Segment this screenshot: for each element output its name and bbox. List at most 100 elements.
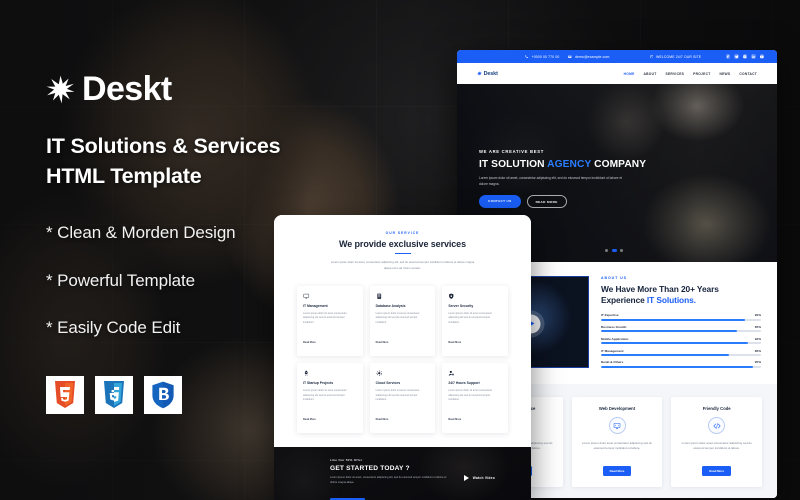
about-title: We Have More Than 20+ Years Experience I… — [601, 284, 761, 305]
skill-row: Deskt & Others 95% — [601, 360, 761, 368]
feature-readmore-button[interactable]: Read More — [702, 465, 732, 476]
skill-fill — [601, 353, 729, 356]
facebook-icon[interactable] — [726, 54, 731, 59]
feature-text: Lorem ipsum dolor amet consectetur adipi… — [581, 441, 653, 451]
top-info-bar: +0000 00 770 00 demo@example.com WELCOME… — [457, 50, 777, 63]
headset-support-icon — [449, 370, 455, 376]
offer-section: Like Our 50% Offer GET STARTED TODAY ? L… — [274, 447, 531, 500]
skill-track — [601, 318, 761, 321]
nav-item-project[interactable]: PROJECT — [693, 72, 710, 76]
brand-name: Deskt — [82, 70, 172, 108]
feature-card[interactable]: Web Development Lorem ipsum dolor amet c… — [571, 397, 663, 487]
nav-item-about[interactable]: ABOUT — [644, 72, 657, 76]
carousel-dot-3[interactable] — [620, 249, 623, 252]
carousel-dot-2[interactable] — [611, 249, 617, 252]
service-name: 24/7 Hours Support — [448, 381, 480, 386]
twitter-icon[interactable] — [734, 54, 739, 59]
play-icon — [463, 475, 469, 482]
service-name: Database Analysis — [375, 304, 406, 309]
title-underline — [394, 253, 411, 255]
skill-row: Business Growth 85% — [601, 324, 761, 333]
starburst-icon — [477, 71, 482, 76]
topbar-welcome: WELCOME 24/7 OUR SITE — [649, 55, 702, 59]
topbar-contact-group: +0000 00 770 00 demo@example.com — [525, 55, 610, 59]
service-card[interactable]: 24/7 Hours Support Lorem ipsum dolor sit… — [442, 362, 508, 434]
brand-logo: Deskt — [46, 72, 376, 106]
service-desc: Lorem ipsum dolor sit amet consectetur a… — [375, 388, 420, 402]
skill-fill — [601, 318, 745, 321]
hero-title: IT SOLUTION AGENCY COMPANY — [479, 159, 669, 170]
service-name: Cloud Services — [375, 381, 401, 386]
service-card[interactable]: Cloud Services Lorem ipsum dolor sit ame… — [369, 362, 436, 434]
carousel-dot-1[interactable] — [605, 249, 608, 252]
css3-shield-icon — [104, 381, 124, 409]
promo-feature-list: * Clean & Morden Design * Powerful Templ… — [46, 223, 376, 338]
promo-bullet-1: * Clean & Morden Design — [46, 223, 236, 243]
service-readmore-link[interactable]: Read More — [376, 418, 389, 421]
code-brackets-icon — [708, 417, 726, 435]
service-readmore-link[interactable]: Read More — [448, 341, 461, 344]
feature-title: Web Development — [598, 406, 636, 412]
offer-text: Lorem ipsum dolor sit amet, consectetur … — [330, 476, 447, 484]
skill-percent: 85% — [754, 324, 761, 329]
topbar-phone-text: +0000 00 770 00 — [531, 54, 560, 59]
skill-name: Mobile Application — [601, 336, 629, 341]
envelope-icon — [568, 55, 572, 58]
topbar-email[interactable]: demo@example.com — [568, 55, 609, 59]
navbar-logo[interactable]: Deskt — [477, 71, 498, 77]
hero-kicker: WE ARE CREATIVE BEST — [479, 149, 544, 154]
service-readmore-link[interactable]: Read More — [376, 341, 389, 344]
skill-row: IT Expertise 90% — [601, 313, 761, 321]
skill-track — [601, 342, 761, 345]
about-kicker: ABOUT US — [601, 276, 627, 280]
promo-headline: IT Solutions & Services HTML Template — [46, 132, 376, 191]
linkedin-icon[interactable] — [751, 54, 756, 59]
watch-video-link[interactable]: Watch Video — [463, 475, 495, 482]
service-readmore-link[interactable]: Read More — [448, 418, 461, 421]
tech-badge-group — [46, 376, 376, 415]
service-desc: Lorem ipsum dolor sit amet consectetur a… — [448, 311, 493, 325]
hero-readmore-button[interactable]: READ MORE — [526, 195, 567, 209]
feature-card[interactable]: Friendly Code Lorem ipsum dolor amet con… — [671, 397, 763, 487]
offer-kicker: Like Our 50% Offer — [330, 458, 363, 463]
nav-item-contact[interactable]: CONTACT — [739, 72, 757, 76]
topbar-phone[interactable]: +0000 00 770 00 — [525, 55, 559, 59]
css3-badge — [95, 376, 133, 415]
hero-button-group[interactable]: CONTACT US READ MORE — [479, 195, 669, 209]
about-content: ABOUT US We Have More Than 20+ Years Exp… — [601, 276, 761, 372]
hero-contact-button[interactable]: CONTACT US — [479, 195, 521, 209]
hero-paragraph: Lorem ipsum dolor sit amet, consectetur … — [479, 176, 622, 186]
hero-content: WE ARE CREATIVE BEST IT SOLUTION AGENCY … — [479, 149, 669, 209]
server-icon — [377, 293, 381, 299]
skill-name: Business Growth — [601, 324, 627, 329]
promo-bullet-2: * Powerful Template — [46, 270, 195, 290]
topbar-email-text: demo@example.com — [575, 54, 610, 59]
nav-item-news[interactable]: NEWS — [719, 72, 730, 76]
html5-shield-icon — [55, 381, 75, 409]
nav-item-services[interactable]: SERVICES — [666, 72, 685, 76]
starburst-icon — [46, 75, 75, 103]
phone-icon — [525, 54, 529, 58]
bootstrap-badge — [144, 376, 182, 415]
service-card[interactable]: Database Analysis Lorem ipsum dolor sit … — [369, 285, 436, 356]
nav-item-home[interactable]: HOME — [624, 72, 635, 76]
skill-row: Mobile Application 92% — [601, 336, 761, 345]
skill-track — [601, 330, 761, 333]
navbar-menu[interactable]: HOME ABOUT SERVICES PROJECT NEWS CONTACT — [624, 72, 757, 76]
skill-track — [601, 353, 761, 356]
hero-carousel-dots[interactable] — [605, 249, 623, 252]
topbar-social-links[interactable] — [726, 54, 764, 59]
feature-readmore-button[interactable]: Read More — [602, 465, 632, 476]
offer-title: GET STARTED TODAY ? — [330, 465, 410, 473]
skill-percent: 92% — [754, 336, 761, 341]
main-navbar[interactable]: Deskt HOME ABOUT SERVICES PROJECT NEWS C… — [457, 63, 777, 84]
promo-headline-line1: IT Solutions & Services — [46, 134, 281, 158]
instagram-icon[interactable] — [742, 54, 748, 59]
skill-name: IT Expertise — [601, 313, 619, 318]
skill-track — [601, 365, 761, 368]
service-readmore-link[interactable]: Read More — [303, 418, 316, 421]
youtube-icon[interactable] — [759, 54, 764, 59]
service-card[interactable]: Server Security Lorem ipsum dolor sit am… — [442, 285, 508, 356]
offer-content: Like Our 50% Offer GET STARTED TODAY ? L… — [330, 458, 450, 500]
service-desc: Lorem ipsum dolor sit amet consectetur a… — [448, 388, 493, 402]
